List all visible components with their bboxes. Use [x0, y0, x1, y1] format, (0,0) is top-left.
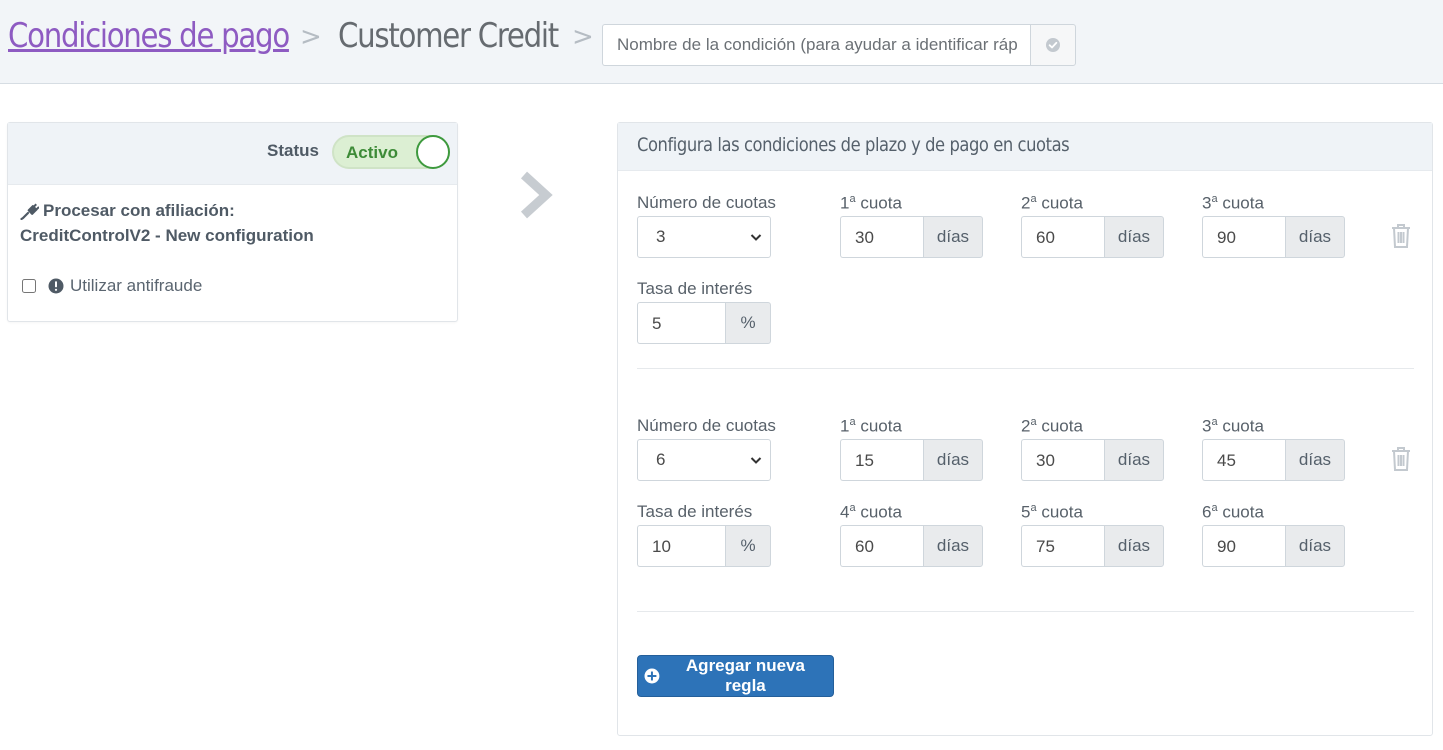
antifraud-row[interactable]: Utilizar antifraude — [20, 276, 202, 296]
days-addon: días — [1104, 525, 1164, 567]
rule-divider — [637, 611, 1414, 612]
chevron-down-icon — [750, 457, 762, 464]
breadcrumb-current: Customer Credit — [338, 16, 559, 56]
cuota-days-group: 75 días — [1021, 525, 1164, 567]
days-addon: días — [1285, 216, 1345, 258]
exclamation-circle-icon — [48, 278, 64, 294]
cuota-days-group: 30 días — [1021, 439, 1164, 481]
confirm-name-button[interactable] — [1030, 24, 1076, 66]
affiliation-label: Procesar con afiliación: — [43, 201, 235, 220]
check-circle-icon — [1046, 38, 1060, 52]
days-addon: días — [923, 439, 983, 481]
interest-input[interactable]: 10 — [637, 525, 725, 567]
cuota-days-input[interactable]: 30 — [840, 216, 923, 258]
cuota-label: 5a cuota — [1021, 502, 1083, 522]
affiliation-card-header: Status Activo — [8, 123, 457, 185]
affiliation-label-row: Procesar con afiliación: — [20, 201, 235, 221]
rule-divider — [637, 368, 1414, 369]
days-addon: días — [923, 525, 983, 567]
cuota-label: 1a cuota — [840, 416, 902, 436]
cuota-days-group: 90 días — [1202, 216, 1345, 258]
cuota-days-group: 15 días — [840, 439, 983, 481]
breadcrumb-separator-icon: > — [572, 22, 594, 52]
breadcrumb-separator-icon: > — [300, 22, 322, 52]
condition-name-input[interactable] — [602, 24, 1031, 66]
days-addon: días — [1104, 216, 1164, 258]
chevron-right-icon — [520, 171, 553, 219]
antifraud-checkbox[interactable] — [22, 279, 36, 293]
trash-icon[interactable] — [1390, 223, 1412, 249]
installments-select[interactable]: 3 — [637, 216, 771, 258]
interest-label: Tasa de interés — [637, 279, 753, 298]
days-addon: días — [1104, 439, 1164, 481]
top-bar: Condiciones de pago > Customer Credit > — [0, 0, 1443, 84]
interest-group: 5 % — [637, 302, 771, 344]
cuota-days-input[interactable]: 75 — [1021, 525, 1104, 567]
interest-input[interactable]: 5 — [637, 302, 725, 344]
installments-value: 6 — [656, 450, 666, 469]
toggle-knob — [416, 135, 450, 169]
interest-label: Tasa de interés — [637, 502, 753, 521]
cuota-label: 3a cuota — [1202, 193, 1264, 213]
cuota-days-input[interactable]: 90 — [1202, 525, 1285, 567]
installments-value: 3 — [656, 227, 666, 246]
days-addon: días — [923, 216, 983, 258]
status-toggle[interactable]: Activo — [332, 135, 450, 169]
trash-icon[interactable] — [1390, 446, 1412, 472]
cuota-days-input[interactable]: 60 — [840, 525, 923, 567]
cuota-label: 4a cuota — [840, 502, 902, 522]
interest-group: 10 % — [637, 525, 771, 567]
plug-icon — [20, 203, 39, 220]
installment-rules-panel: Configura las condiciones de plazo y de … — [617, 122, 1433, 736]
status-toggle-text: Activo — [346, 143, 398, 162]
cuota-days-input[interactable]: 30 — [1021, 439, 1104, 481]
cuota-days-group: 45 días — [1202, 439, 1345, 481]
add-rule-button[interactable]: Agregar nueva regla — [637, 655, 834, 697]
breadcrumb-root-link[interactable]: Condiciones de pago — [8, 16, 290, 56]
days-addon: días — [1285, 439, 1345, 481]
percent-addon: % — [725, 525, 771, 567]
panel-header: Configura las condiciones de plazo y de … — [618, 123, 1432, 171]
installments-select[interactable]: 6 — [637, 439, 771, 481]
status-label: Status — [267, 141, 319, 160]
affiliation-card: Status Activo Procesar con afiliación: C… — [7, 122, 458, 322]
plus-circle-icon — [644, 668, 660, 684]
cuota-days-input[interactable]: 60 — [1021, 216, 1104, 258]
cuota-label: 1a cuota — [840, 193, 902, 213]
cuota-days-input[interactable]: 90 — [1202, 216, 1285, 258]
days-addon: días — [1285, 525, 1345, 567]
affiliation-value: CreditControlV2 - New configuration — [20, 226, 314, 245]
percent-addon: % — [725, 302, 771, 344]
panel-title: Configura las condiciones de plazo y de … — [637, 134, 1070, 156]
cuota-days-group: 60 días — [1021, 216, 1164, 258]
cuota-label: 3a cuota — [1202, 416, 1264, 436]
add-rule-label: Agregar nueva regla — [685, 656, 805, 695]
installments-label: Número de cuotas — [637, 416, 776, 435]
cuota-days-input[interactable]: 15 — [840, 439, 923, 481]
chevron-down-icon — [750, 234, 762, 241]
antifraud-label: Utilizar antifraude — [70, 276, 203, 295]
cuota-days-group: 60 días — [840, 525, 983, 567]
cuota-days-input[interactable]: 45 — [1202, 439, 1285, 481]
cuota-label: 2a cuota — [1021, 416, 1083, 436]
cuota-label: 6a cuota — [1202, 502, 1264, 522]
cuota-days-group: 30 días — [840, 216, 983, 258]
cuota-days-group: 90 días — [1202, 525, 1345, 567]
installments-label: Número de cuotas — [637, 193, 776, 212]
cuota-label: 2a cuota — [1021, 193, 1083, 213]
